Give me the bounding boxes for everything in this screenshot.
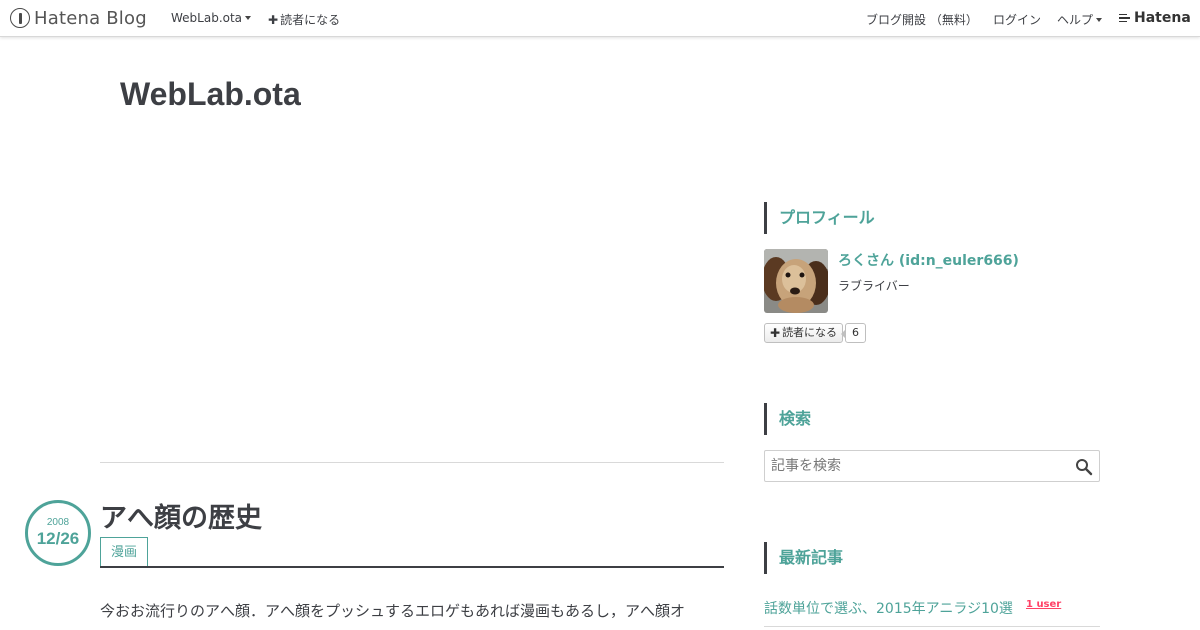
main-divider <box>100 462 724 463</box>
entry-date-monthday: 12/26 <box>36 529 80 548</box>
subscriber-count[interactable]: 6 <box>841 323 866 343</box>
entry-category[interactable]: 漫画 <box>100 537 149 567</box>
search-input[interactable] <box>765 451 1065 481</box>
hatena-blog-logo[interactable]: Hatena Blog <box>10 6 147 30</box>
header-subscribe-label: 読者になる <box>280 13 341 27</box>
avatar[interactable] <box>764 249 828 313</box>
entry-body: 今おお流行りのアへ顔．アへ顔をプッシュするエロゲもあれば漫画もあるし，アへ顔オ <box>100 602 686 620</box>
recent-article-link[interactable]: 話数単位で選ぶ、2015年アニラジ10選 <box>764 598 1013 618</box>
login-link[interactable]: ログイン <box>993 11 1041 28</box>
help-dropdown[interactable]: ヘルプ <box>1057 11 1103 28</box>
blog-menu-label: WebLab.ota <box>171 11 243 25</box>
hatena-blog-logo-text: Hatena Blog <box>34 7 147 29</box>
search-heading: 検索 <box>764 403 811 435</box>
recent-heading: 最新記事 <box>764 542 843 574</box>
plus-icon: ✚ <box>770 326 781 340</box>
hatena-link[interactable]: Hatena <box>1119 10 1191 26</box>
help-label: ヘルプ <box>1057 13 1094 27</box>
profile-description: ラブライバー <box>838 279 910 293</box>
entry-title[interactable]: アへ顔の歴史 <box>100 496 262 535</box>
profile-heading: プロフィール <box>764 202 875 234</box>
subscribe-button[interactable]: ✚ 読者になる <box>764 323 844 343</box>
search-icon <box>1076 459 1093 476</box>
login-label: ログイン <box>993 13 1042 27</box>
hatena-logo-icon <box>1119 13 1130 23</box>
subscribe-button-label: 読者になる <box>782 326 838 339</box>
bookmark-count-badge[interactable]: 1 user <box>1026 599 1061 610</box>
entry-date-year: 2008 <box>46 517 70 528</box>
caret-down-icon <box>245 16 252 20</box>
entry-date[interactable]: 2008 12/26 <box>25 500 91 566</box>
header-subscribe-link[interactable]: ✚ 読者になる <box>268 11 340 28</box>
hatena-blog-logo-icon <box>10 8 30 28</box>
search-form <box>764 450 1100 482</box>
open-blog-label: ブログ開設 （無料） <box>866 13 978 27</box>
caret-down-icon <box>1096 17 1103 22</box>
blog-title[interactable]: WebLab.ota <box>120 76 301 113</box>
recent-divider <box>764 626 1100 627</box>
blog-menu-dropdown[interactable]: WebLab.ota <box>171 11 252 25</box>
global-header: Hatena Blog WebLab.ota ✚ 読者になる ブログ開設 （無料… <box>0 0 1200 37</box>
hatena-label: Hatena <box>1134 10 1191 26</box>
entry-title-rule <box>100 566 724 568</box>
plus-icon: ✚ <box>268 12 279 27</box>
open-blog-link[interactable]: ブログ開設 （無料） <box>866 11 978 28</box>
search-button[interactable] <box>1075 458 1093 476</box>
profile-name[interactable]: ろくさん (id:n_euler666) <box>838 250 1019 270</box>
